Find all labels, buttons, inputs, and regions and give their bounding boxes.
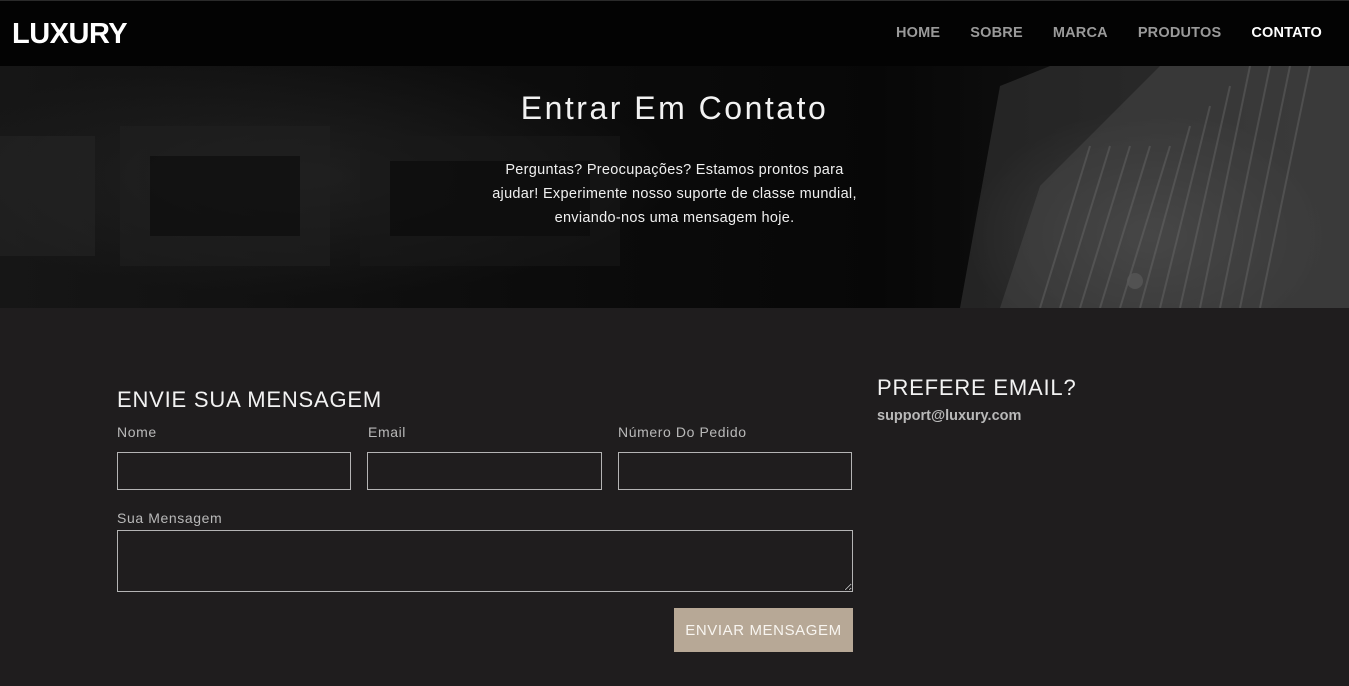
nav-item-sobre[interactable]: SOBRE (970, 25, 1023, 41)
message-textarea[interactable] (117, 530, 853, 592)
name-field[interactable] (117, 452, 351, 490)
logo[interactable]: LUXURY (12, 18, 128, 51)
email-label: Email (368, 424, 407, 440)
hero-banner: Entrar Em Contato Perguntas? Preocupaçõe… (0, 66, 1349, 308)
nav-item-home[interactable]: HOME (896, 25, 940, 41)
support-email-link[interactable]: support@luxury.com (877, 408, 1021, 424)
nav-item-marca[interactable]: MARCA (1053, 25, 1108, 41)
order-number-field[interactable] (618, 452, 852, 490)
nav-item-contato[interactable]: CONTATO (1251, 25, 1322, 41)
form-title: ENVIE SUA MENSAGEM (117, 387, 383, 412)
nav-item-produtos[interactable]: PRODUTOS (1138, 25, 1222, 41)
name-label: Nome (117, 424, 157, 440)
email-field[interactable] (367, 452, 602, 490)
send-message-button[interactable]: ENVIAR MENSAGEM (674, 608, 853, 652)
email-section-title: PREFERE EMAIL? (877, 375, 1077, 400)
main-nav: HOME SOBRE MARCA PRODUTOS CONTATO (866, 25, 1322, 41)
top-navbar: LUXURY HOME SOBRE MARCA PRODUTOS CONTATO (0, 0, 1349, 66)
page-title: Entrar Em Contato (520, 90, 829, 126)
hero-description: Perguntas? Preocupações? Estamos prontos… (492, 162, 857, 226)
message-label: Sua Mensagem (117, 510, 223, 526)
order-number-label: Número Do Pedido (618, 424, 747, 440)
